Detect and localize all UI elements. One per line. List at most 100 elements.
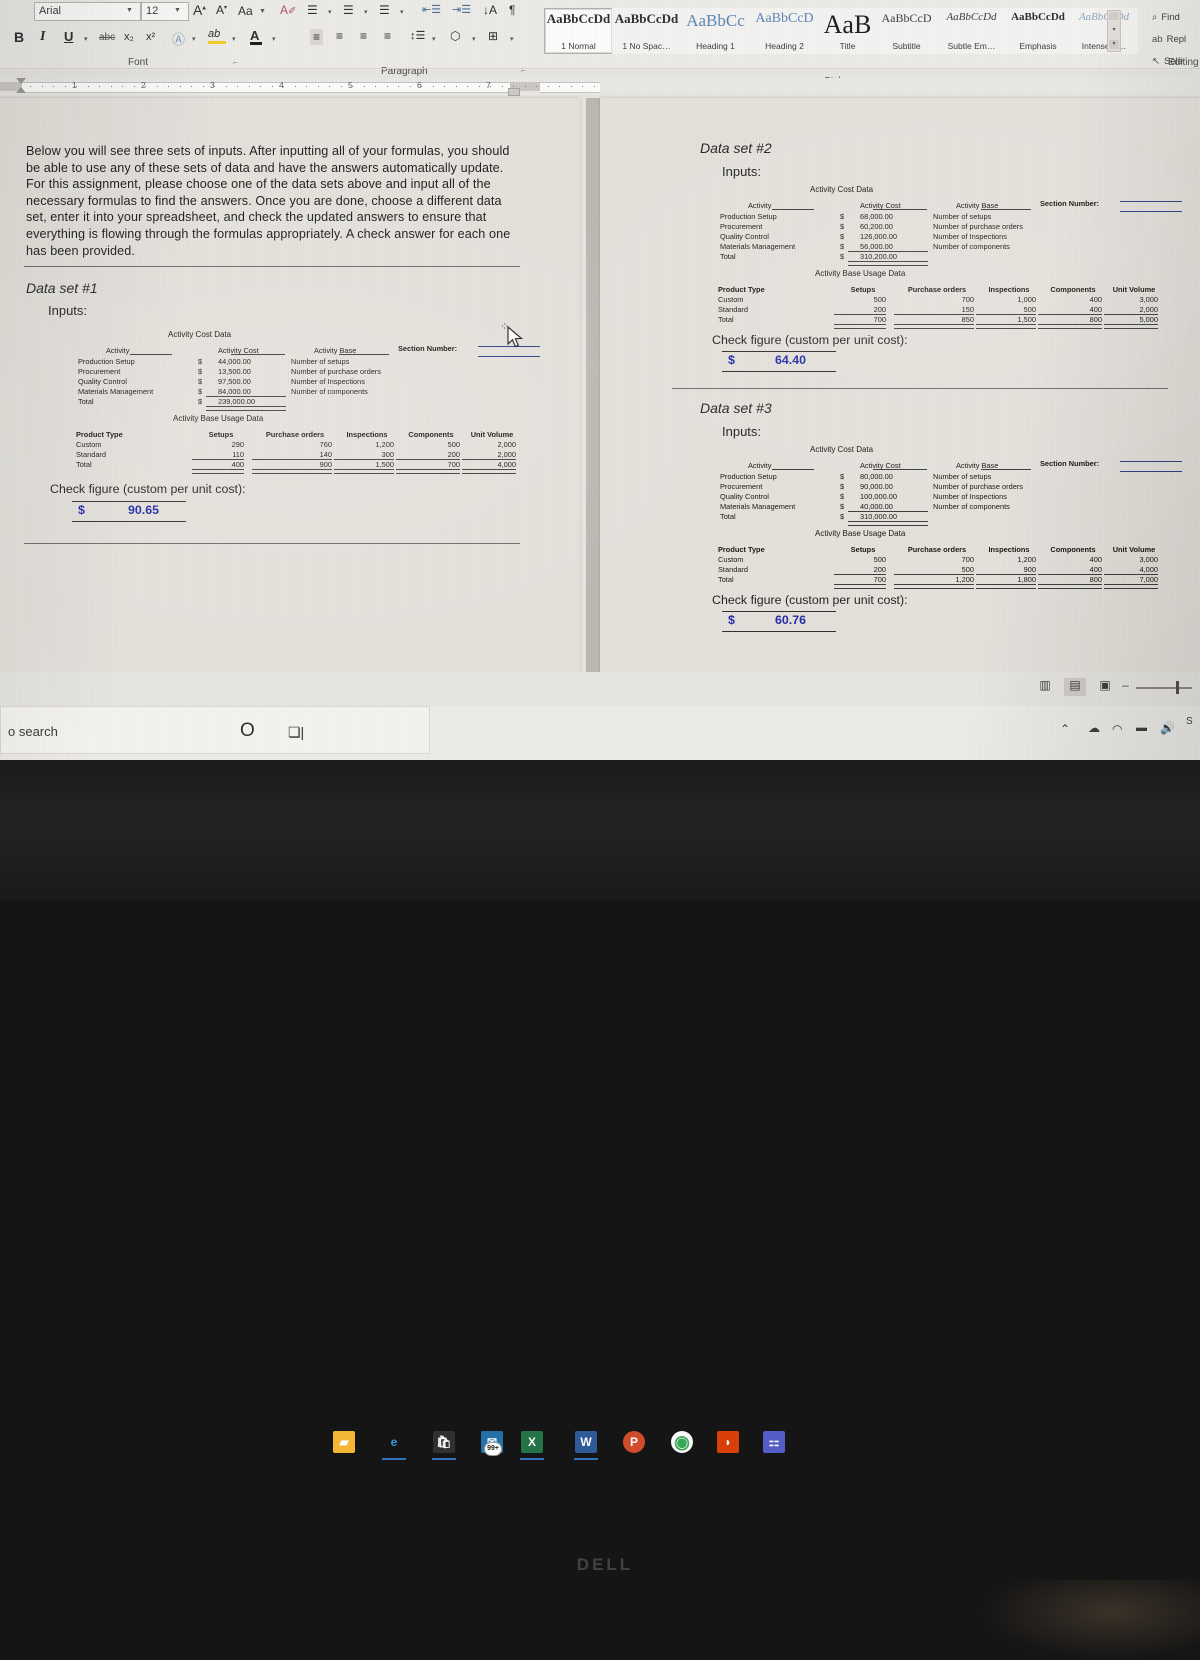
font-color-icon[interactable]: A xyxy=(250,28,262,45)
zoom-slider[interactable] xyxy=(1136,687,1192,689)
app-glyph: W xyxy=(575,1431,597,1453)
ruler[interactable]: 1 2 3 4 5 6 7 xyxy=(0,78,1200,96)
text-effects-chevron-down-icon[interactable]: ▾ xyxy=(192,35,196,43)
volume-icon[interactable]: 🔊 xyxy=(1160,721,1175,735)
style-subtitle[interactable]: AaBbCcD Subtitle xyxy=(876,8,937,54)
clock[interactable]: S xyxy=(1186,716,1193,727)
editing-find-button[interactable]: ⌕ Find xyxy=(1152,12,1180,23)
highlight-chevron-down-icon[interactable]: ▾ xyxy=(232,35,236,43)
shading-icon[interactable]: ⬡ xyxy=(450,29,460,43)
strikethrough-button[interactable]: abc xyxy=(99,32,115,43)
line-spacing-icon[interactable]: ↕☰ xyxy=(410,29,425,42)
zoom-slider-handle[interactable] xyxy=(1176,681,1179,694)
word-icon[interactable]: W xyxy=(572,1428,600,1460)
justify-icon[interactable]: ≡ xyxy=(384,29,391,43)
font-size-combobox[interactable]: 12 xyxy=(141,2,189,21)
print-layout-icon[interactable]: ▤ xyxy=(1064,678,1086,696)
editing-item-label: Find xyxy=(1161,12,1180,23)
battery-icon[interactable]: ▬ xyxy=(1136,722,1147,734)
bold-button[interactable]: B xyxy=(14,29,24,45)
decrease-indent-icon[interactable]: ⇤☰ xyxy=(422,3,441,16)
cloud-icon[interactable]: ◠ xyxy=(1112,722,1122,736)
office-icon[interactable]: ◗ xyxy=(714,1428,742,1456)
hanging-indent-marker[interactable] xyxy=(16,87,26,93)
borders-icon[interactable]: ⊞ xyxy=(488,29,498,43)
style-heading-2[interactable]: AaBbCcD Heading 2 xyxy=(750,8,819,54)
highlight-color-icon[interactable]: ab xyxy=(208,28,226,44)
italic-button[interactable]: I xyxy=(40,29,45,45)
style-intense-e[interactable]: AaBbCcDd Intense E… xyxy=(1070,8,1138,54)
microsoft-store-icon[interactable]: 🛍 xyxy=(430,1428,458,1460)
font-name-chevron-down-icon[interactable]: ▼ xyxy=(126,7,133,14)
underline-chevron-down-icon[interactable]: ▾ xyxy=(84,35,88,43)
clear-formatting-icon[interactable]: A✐ xyxy=(280,3,296,17)
web-layout-icon[interactable]: ▣ xyxy=(1094,678,1116,696)
numbering-chevron-down-icon[interactable]: ▾ xyxy=(364,8,368,16)
teams-icon[interactable]: ⚏ xyxy=(760,1428,788,1456)
align-right-icon[interactable]: ≡ xyxy=(360,29,367,43)
onedrive-icon[interactable]: ☁ xyxy=(1088,721,1100,735)
change-case-button[interactable]: Aa xyxy=(238,4,253,18)
style-1-normal[interactable]: AaBbCcDd 1 Normal xyxy=(544,8,613,54)
font-dialog-launcher[interactable]: ⌐ xyxy=(233,58,238,67)
usage-row-value: 850 xyxy=(961,315,974,324)
style-1-no-spac[interactable]: AaBbCcDd 1 No Spac… xyxy=(612,8,681,54)
styles-scroll-down-button[interactable]: ▾ xyxy=(1109,26,1119,34)
styles-more-button[interactable]: ▾ xyxy=(1109,40,1119,49)
font-size-chevron-down-icon[interactable]: ▼ xyxy=(174,7,181,14)
read-mode-icon[interactable]: ▥ xyxy=(1034,678,1056,696)
show-marks-icon[interactable]: ¶ xyxy=(509,3,515,17)
style-title[interactable]: AaB Title xyxy=(819,8,876,54)
underline-button[interactable]: U xyxy=(64,29,73,44)
subscript-button[interactable]: x₂ xyxy=(124,31,134,43)
numbering-icon[interactable]: ☰ xyxy=(343,3,354,17)
align-center-icon[interactable]: ≡ xyxy=(336,29,343,43)
shading-chevron-down-icon[interactable]: ▾ xyxy=(472,35,476,43)
style-heading-1[interactable]: AaBbCc Heading 1 xyxy=(681,8,750,54)
cost-row-dollar: $ xyxy=(840,222,845,231)
borders-chevron-down-icon[interactable]: ▾ xyxy=(510,35,514,43)
data-set-3-inputs-label: Inputs: xyxy=(722,424,762,439)
search-input[interactable]: o search xyxy=(8,724,58,739)
shrink-font-button[interactable]: A▾ xyxy=(216,3,227,17)
usage-col-header: Setups xyxy=(850,285,876,294)
cortana-icon[interactable]: O xyxy=(240,720,255,742)
cost-row-value: 56,000.00 xyxy=(860,242,893,251)
edge-icon[interactable]: e xyxy=(380,1428,408,1460)
cost-total-value: 310,200.00 xyxy=(860,252,897,261)
bullets-icon[interactable]: ☰ xyxy=(307,3,318,17)
ruler-dot xyxy=(64,86,66,87)
grow-font-button[interactable]: A▴ xyxy=(193,2,206,18)
right-indent-marker[interactable] xyxy=(508,88,520,96)
search-box[interactable] xyxy=(0,706,430,754)
usage-row-value: 400 xyxy=(1089,305,1102,314)
style-emphasis[interactable]: AaBbCcDd Emphasis xyxy=(1006,8,1070,54)
font-color-chevron-down-icon[interactable]: ▾ xyxy=(272,35,276,43)
multilevel-list-icon[interactable]: ☰ xyxy=(379,3,390,17)
zoom-out-button[interactable]: – xyxy=(1122,678,1129,692)
ruler-dot xyxy=(329,86,330,87)
text-effects-icon[interactable]: Ⓐ xyxy=(172,29,185,48)
mail-icon[interactable]: ✉99+ xyxy=(478,1428,506,1456)
bullets-chevron-down-icon[interactable]: ▾ xyxy=(328,8,332,16)
styles-scrollbar[interactable]: ▾ ▾ xyxy=(1107,10,1121,52)
usage-row-value: 500 xyxy=(1023,305,1036,314)
increase-indent-icon[interactable]: ⇥☰ xyxy=(452,3,471,16)
align-left-icon[interactable]: ≡ xyxy=(310,29,324,45)
file-explorer-icon[interactable]: ▰ xyxy=(330,1428,358,1456)
line-spacing-chevron-down-icon[interactable]: ▾ xyxy=(432,35,436,43)
first-line-indent-marker[interactable] xyxy=(16,78,26,84)
powerpoint-icon[interactable]: P xyxy=(620,1428,648,1456)
editing-repl-button[interactable]: ab Repl xyxy=(1152,34,1186,45)
styles-scroll-up-button[interactable] xyxy=(1109,12,1119,20)
task-view-icon[interactable]: ❏| xyxy=(288,724,304,741)
excel-icon[interactable]: X xyxy=(518,1428,546,1460)
change-case-chevron-down-icon[interactable]: ▼ xyxy=(259,8,266,15)
show-hidden-icons-icon[interactable]: ⌃ xyxy=(1060,722,1070,736)
sort-icon[interactable]: ↓A xyxy=(483,3,497,17)
superscript-button[interactable]: x² xyxy=(146,31,155,43)
multilevel-chevron-down-icon[interactable]: ▾ xyxy=(400,8,404,16)
style-subtle-em[interactable]: AaBbCcDd Subtle Em… xyxy=(937,8,1006,54)
chrome-icon[interactable]: ◉ xyxy=(668,1428,696,1456)
font-name-combobox[interactable]: Arial xyxy=(34,2,141,21)
